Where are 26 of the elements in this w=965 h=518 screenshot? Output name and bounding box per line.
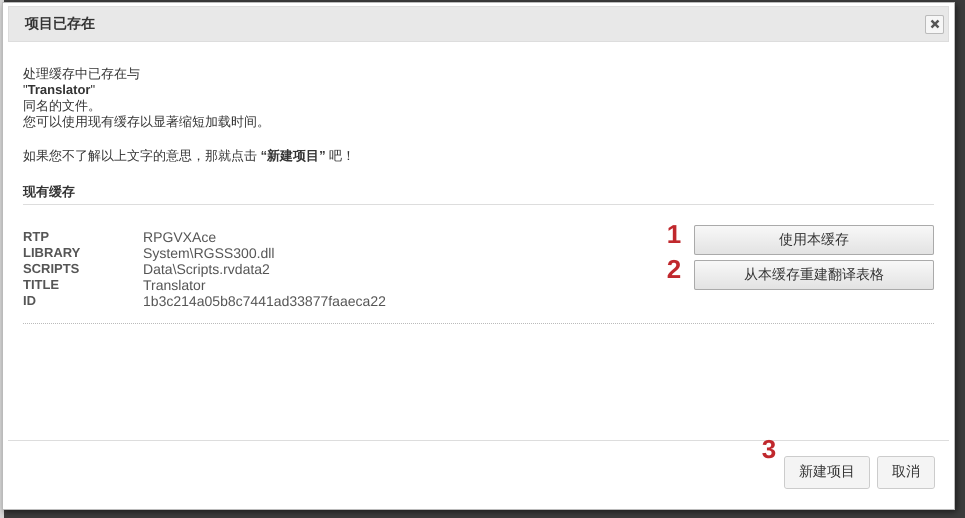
info-label: SCRIPTS	[23, 261, 80, 277]
message-text: 同名的文件。	[23, 98, 102, 114]
annotation-number: 1	[666, 221, 682, 247]
hint-text: 如果您不了解以上文字的意思，那就点击 “新建项目” 吧！	[23, 148, 356, 164]
info-label: RTP	[23, 229, 50, 245]
message-text: 您可以使用现有缓存以显著缩短加载时间。	[23, 114, 271, 130]
section-heading: 现有缓存	[23, 183, 934, 205]
info-label: TITLE	[23, 277, 60, 293]
info-value: Translator	[143, 277, 207, 293]
cache-action-button[interactable]: 使用本缓存	[694, 225, 934, 255]
footer-button[interactable]: 取消	[877, 456, 935, 488]
info-value: System\RGSS300.dll	[143, 245, 276, 261]
info-label: LIBRARY	[23, 245, 82, 261]
close-button[interactable]	[925, 14, 944, 34]
info-value: 1b3c214a05b8c7441ad33877faaeca22	[143, 293, 386, 309]
annotation-number: 3	[760, 436, 778, 462]
info-value: Data\Scripts.rvdata2	[143, 261, 271, 277]
message-text: 处理缓存中已存在与	[23, 66, 141, 82]
annotation-number: 2	[666, 256, 682, 282]
dialog-title: 项目已存在	[25, 15, 95, 33]
info-label: ID	[23, 293, 37, 309]
close-icon	[930, 19, 940, 29]
cache-action-button[interactable]: 从本缓存重建翻译表格	[694, 260, 934, 290]
message-text: "Translator"	[23, 82, 96, 98]
footer-button[interactable]: 新建项目	[784, 456, 870, 488]
info-value: RPGVXAce	[143, 229, 218, 245]
